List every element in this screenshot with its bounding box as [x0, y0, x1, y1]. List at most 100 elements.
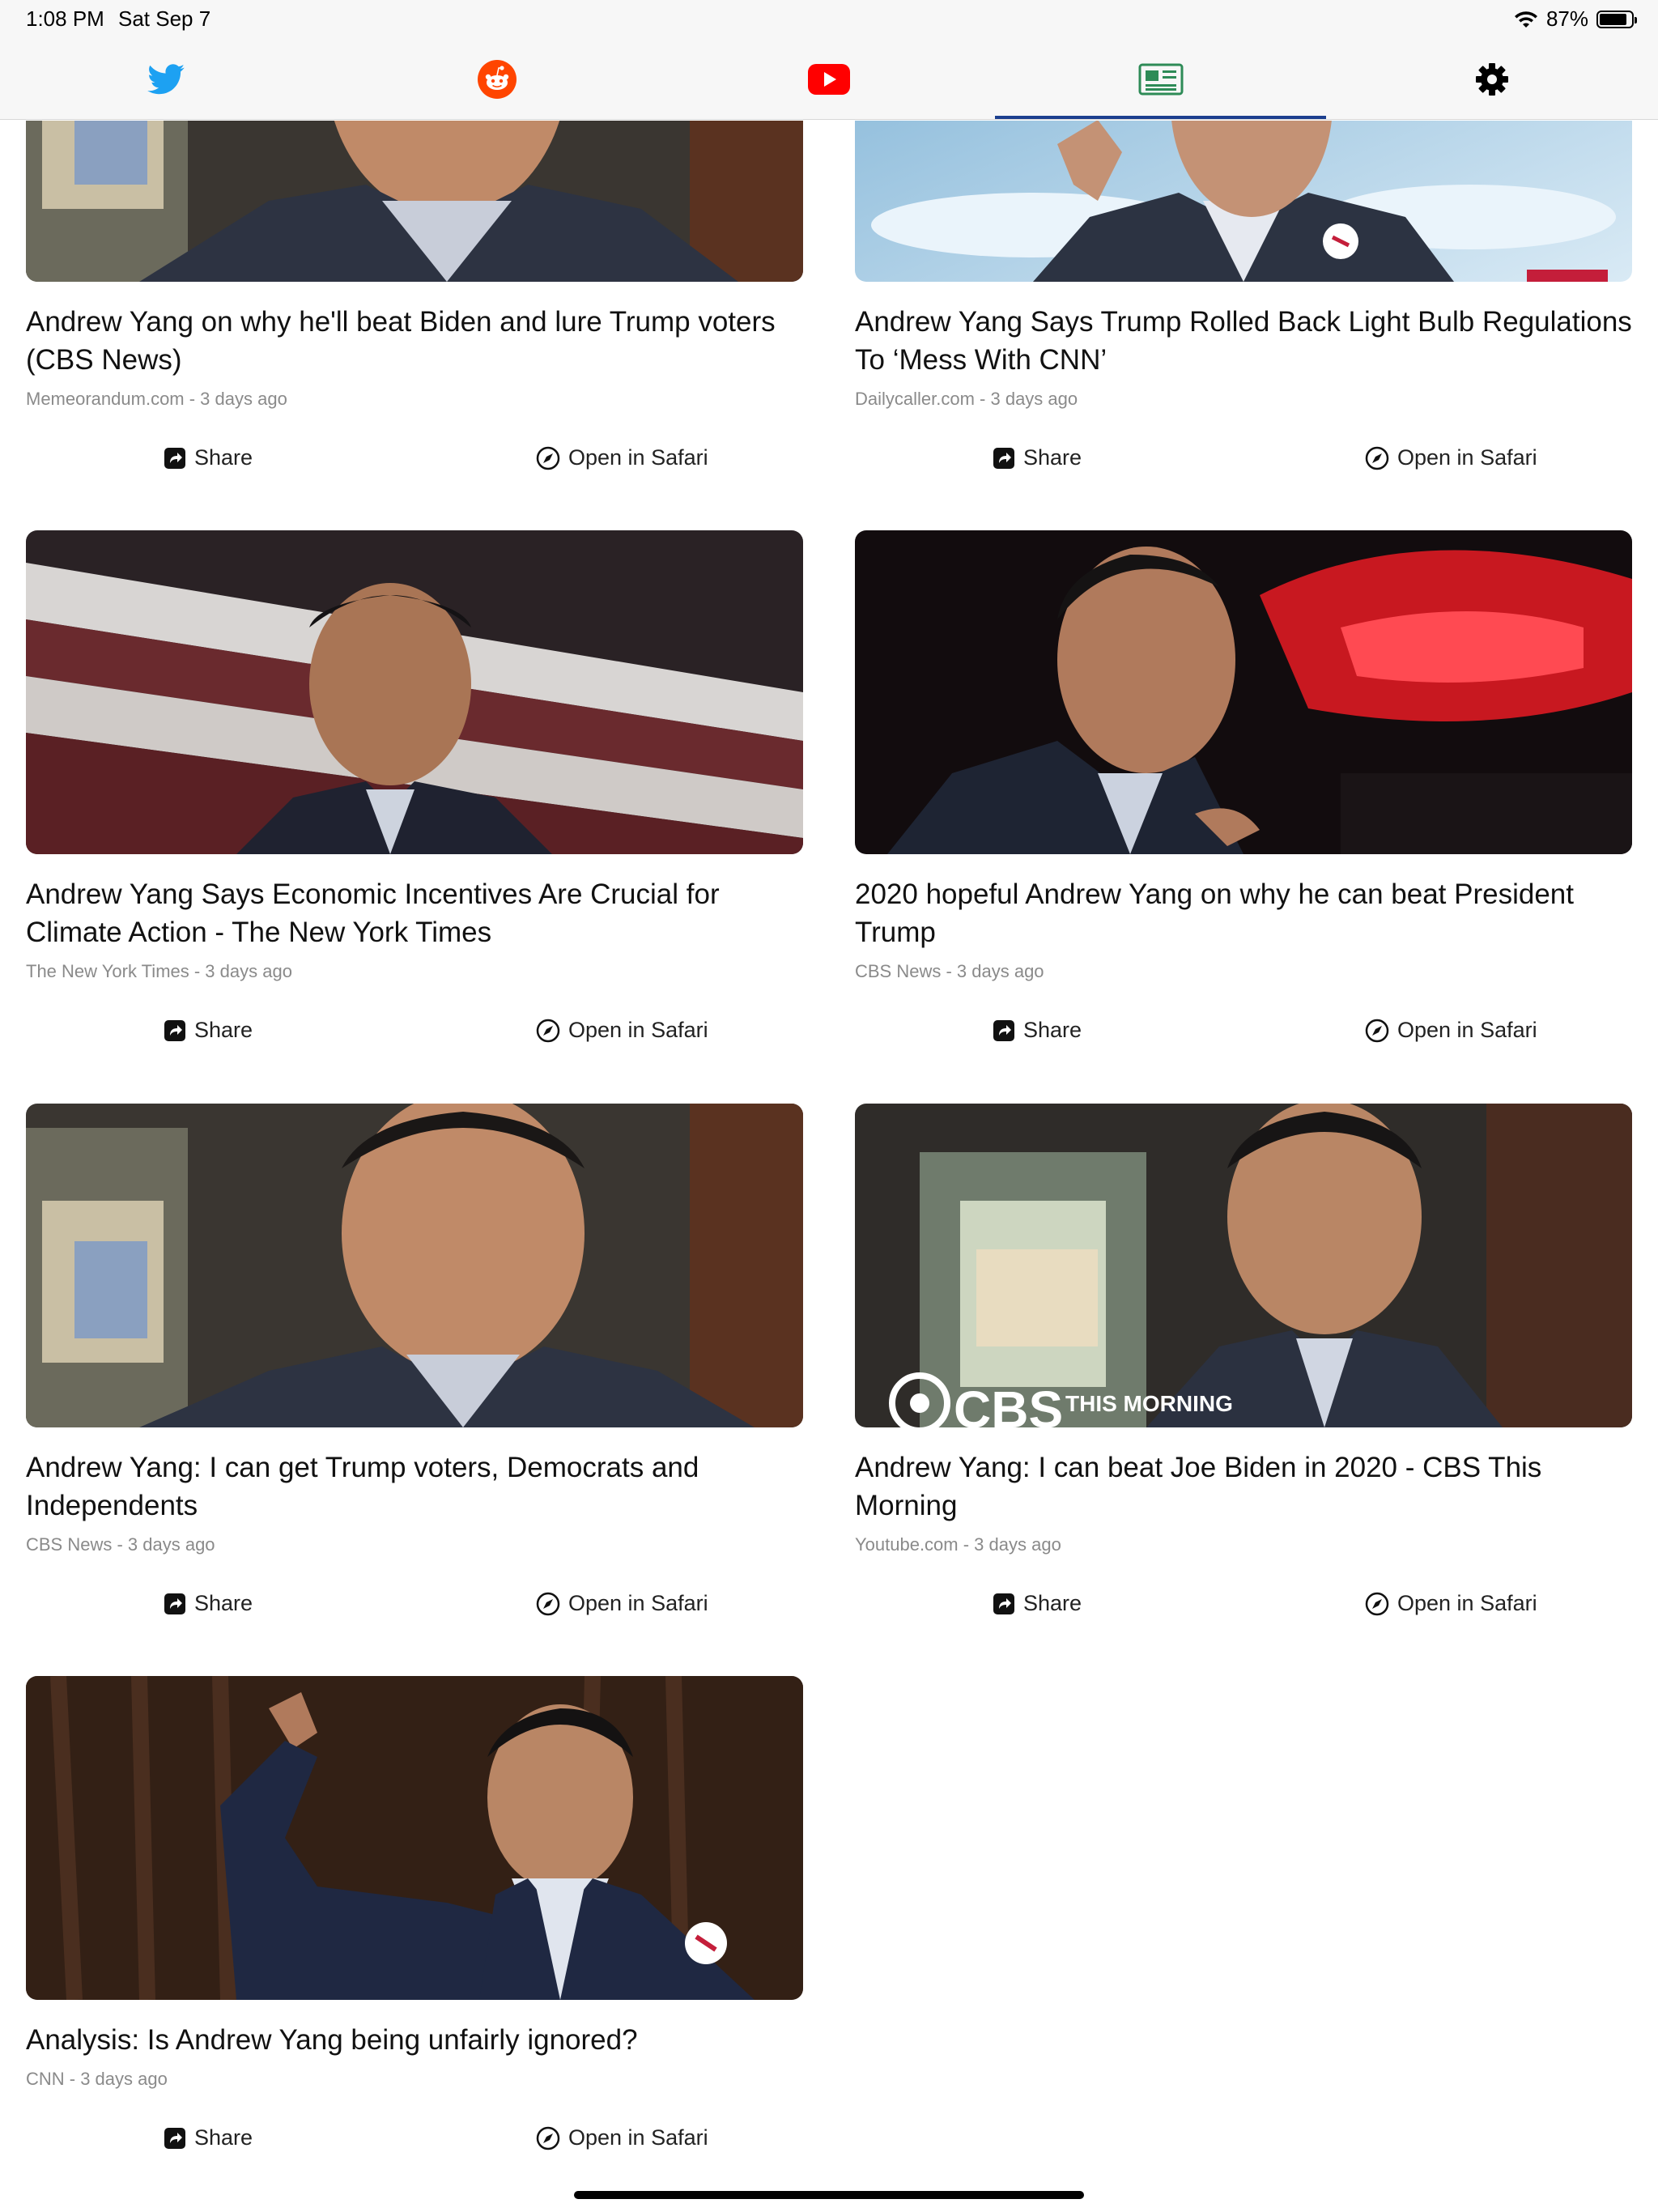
article-title[interactable]: Analysis: Is Andrew Yang being unfairly …	[26, 2021, 803, 2059]
news-feed[interactable]: Andrew Yang on why he'll beat Biden and …	[0, 121, 1658, 2212]
article-thumbnail[interactable]: CBS THIS MORNING	[855, 1104, 1632, 1427]
article-actions: Share Open in Safari	[855, 1591, 1632, 1640]
open-in-safari-button[interactable]: Open in Safari	[536, 1018, 708, 1043]
article-source: Dailycaller.com - 3 days ago	[855, 389, 1078, 409]
open-in-safari-label: Open in Safari	[1397, 1591, 1537, 1615]
cbs-show-text: THIS MORNING	[1065, 1391, 1233, 1416]
share-icon	[164, 1593, 185, 1614]
open-in-safari-button[interactable]: Open in Safari	[536, 445, 708, 470]
article-card[interactable]: Andrew Yang: I can get Trump voters, Dem…	[26, 1104, 803, 1640]
article-card[interactable]: CBS THIS MORNING Andrew Yang: I can beat…	[855, 1104, 1632, 1640]
article-card[interactable]: Andrew Yang on why he'll beat Biden and …	[26, 121, 803, 494]
open-in-safari-button[interactable]: Open in Safari	[536, 2125, 708, 2150]
share-label: Share	[1023, 1591, 1082, 1615]
compass-icon	[536, 1592, 560, 1615]
wifi-icon	[1514, 11, 1537, 28]
article-actions: Share Open in Safari	[26, 1018, 803, 1066]
battery-percent: 87%	[1545, 6, 1588, 31]
article-thumbnail[interactable]	[855, 121, 1632, 282]
battery-fill	[1600, 13, 1627, 25]
article-source: CNN - 3 days ago	[26, 2069, 168, 2089]
compass-icon	[536, 1019, 560, 1042]
share-label: Share	[194, 445, 253, 470]
open-in-safari-button[interactable]: Open in Safari	[1365, 1591, 1537, 1616]
article-actions: Share Open in Safari	[855, 445, 1632, 494]
article-title[interactable]: 2020 hopeful Andrew Yang on why he can b…	[855, 875, 1632, 951]
tab-settings[interactable]	[1326, 39, 1658, 119]
share-button[interactable]: Share	[164, 2125, 253, 2150]
share-button[interactable]: Share	[993, 445, 1082, 470]
share-button[interactable]: Share	[164, 1018, 253, 1043]
share-label: Share	[1023, 1018, 1082, 1042]
article-thumbnail[interactable]	[26, 1676, 803, 2000]
article-actions: Share Open in Safari	[26, 445, 803, 494]
battery-icon	[1596, 10, 1637, 28]
status-bar: 1:08 PM Sat Sep 7 87%	[0, 0, 1658, 39]
compass-icon	[1365, 1019, 1389, 1042]
open-in-safari-button[interactable]: Open in Safari	[536, 1591, 708, 1616]
article-actions: Share Open in Safari	[855, 1018, 1632, 1066]
news-icon	[1138, 63, 1184, 95]
article-source: Memeorandum.com - 3 days ago	[26, 389, 287, 409]
article-thumbnail[interactable]	[26, 530, 803, 854]
article-title[interactable]: Andrew Yang on why he'll beat Biden and …	[26, 303, 803, 379]
status-date: Sat Sep 7	[118, 6, 211, 31]
compass-icon	[1365, 1592, 1389, 1615]
article-card[interactable]: Andrew Yang Says Trump Rolled Back Light…	[855, 121, 1632, 494]
share-button[interactable]: Share	[993, 1591, 1082, 1616]
open-in-safari-label: Open in Safari	[568, 1591, 708, 1615]
article-actions: Share Open in Safari	[26, 2125, 803, 2174]
share-icon	[164, 447, 185, 469]
share-icon	[164, 2127, 185, 2149]
compass-icon	[536, 2126, 560, 2150]
article-card[interactable]: Analysis: Is Andrew Yang being unfairly …	[26, 1676, 803, 2174]
share-label: Share	[194, 1018, 253, 1042]
open-in-safari-label: Open in Safari	[568, 1018, 708, 1042]
cbs-logo-text: CBS	[954, 1380, 1063, 1427]
article-source: The New York Times - 3 days ago	[26, 961, 292, 981]
share-label: Share	[1023, 445, 1082, 470]
gear-icon	[1476, 62, 1509, 96]
status-time: 1:08 PM	[26, 6, 104, 31]
status-indicators: 87%	[1514, 6, 1637, 32]
article-source: Youtube.com - 3 days ago	[855, 1534, 1061, 1555]
share-icon	[993, 1593, 1014, 1614]
article-title[interactable]: Andrew Yang Says Economic Incentives Are…	[26, 875, 803, 951]
article-title[interactable]: Andrew Yang Says Trump Rolled Back Light…	[855, 303, 1632, 379]
share-icon	[164, 1019, 185, 1041]
article-actions: Share Open in Safari	[26, 1591, 803, 1640]
open-in-safari-button[interactable]: Open in Safari	[1365, 445, 1537, 470]
share-button[interactable]: Share	[164, 1591, 253, 1616]
article-source: CBS News - 3 days ago	[26, 1534, 215, 1555]
article-thumbnail[interactable]	[855, 530, 1632, 854]
youtube-icon	[807, 63, 850, 95]
tab-twitter[interactable]	[0, 39, 332, 119]
compass-icon	[1365, 446, 1389, 470]
article-title[interactable]: Andrew Yang: I can get Trump voters, Dem…	[26, 1448, 803, 1525]
tab-reddit[interactable]	[332, 39, 664, 119]
share-label: Share	[194, 1591, 253, 1615]
share-label: Share	[194, 2125, 253, 2150]
article-card[interactable]: Andrew Yang Says Economic Incentives Are…	[26, 530, 803, 1066]
open-in-safari-label: Open in Safari	[1397, 1018, 1537, 1042]
open-in-safari-button[interactable]: Open in Safari	[1365, 1018, 1537, 1043]
article-card[interactable]: 2020 hopeful Andrew Yang on why he can b…	[855, 530, 1632, 1066]
share-icon	[993, 447, 1014, 469]
home-indicator[interactable]	[574, 2191, 1084, 2199]
reddit-icon	[478, 59, 517, 99]
open-in-safari-label: Open in Safari	[568, 445, 708, 470]
twitter-icon	[147, 63, 185, 94]
tab-bar	[0, 39, 1658, 120]
share-button[interactable]: Share	[993, 1018, 1082, 1043]
article-title[interactable]: Andrew Yang: I can beat Joe Biden in 202…	[855, 1448, 1632, 1525]
open-in-safari-label: Open in Safari	[568, 2125, 708, 2150]
tab-news[interactable]	[994, 39, 1327, 119]
compass-icon	[536, 446, 560, 470]
share-button[interactable]: Share	[164, 445, 253, 470]
article-thumbnail[interactable]	[26, 1104, 803, 1427]
open-in-safari-label: Open in Safari	[1397, 445, 1537, 470]
article-thumbnail[interactable]	[26, 121, 803, 282]
tab-youtube[interactable]	[663, 39, 995, 119]
share-icon	[993, 1019, 1014, 1041]
article-source: CBS News - 3 days ago	[855, 961, 1044, 981]
